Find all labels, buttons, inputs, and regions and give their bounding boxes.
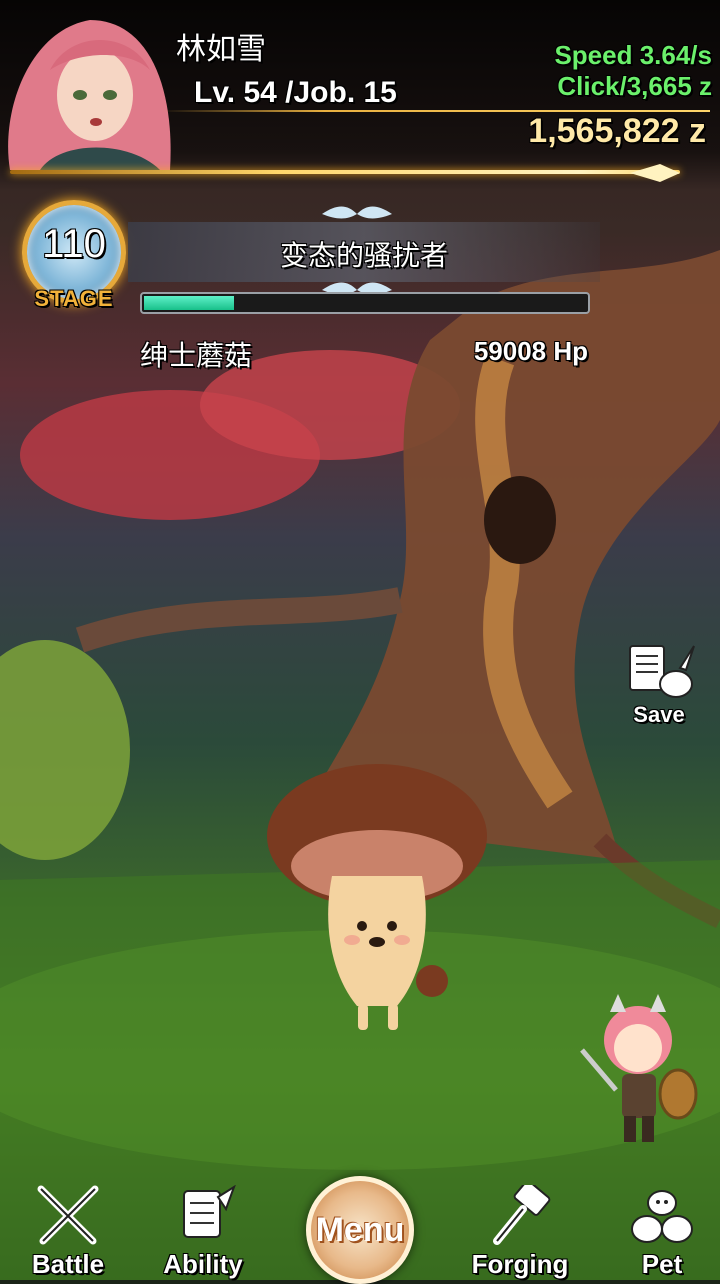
- save-button[interactable]: Save: [614, 640, 704, 732]
- gentleman-mushroom-enemy[interactable]: [262, 756, 492, 1036]
- save-label: Save: [633, 702, 685, 727]
- gold-ornament-line: [10, 170, 680, 174]
- scroll-save-icon: [629, 645, 695, 698]
- enemy-hp-fill: [144, 296, 234, 310]
- nav-battle-button[interactable]: Battle: [22, 1180, 114, 1280]
- player-portrait[interactable]: [0, 10, 190, 170]
- scroll-icon: [183, 1185, 236, 1238]
- nav-forging-button[interactable]: Forging: [466, 1180, 574, 1280]
- line-arrow-ornament: [630, 164, 680, 182]
- enemy-hp: 59008 Hp: [473, 336, 588, 366]
- crossed-swords-icon: [37, 1185, 99, 1245]
- boss-title: 变态的骚扰者: [279, 240, 448, 271]
- enemy-hp-bar: [140, 292, 590, 314]
- player-name: 林如雪: [176, 33, 266, 66]
- gold-amount: 1,565,822 z: [528, 112, 706, 150]
- banner-ornament-top: [322, 206, 392, 219]
- player-level-job: Lv. 54 /Job. 15: [194, 76, 397, 109]
- pet-group-icon: [631, 1190, 693, 1243]
- nav-battle-label: Battle: [31, 1249, 105, 1279]
- nav-forging-label: Forging: [471, 1249, 569, 1279]
- nav-ability-button[interactable]: Ability: [156, 1180, 250, 1280]
- nav-menu-button[interactable]: Menu: [306, 1176, 414, 1284]
- nav-pet-label: Pet: [641, 1249, 683, 1279]
- chibi-hero-character: [580, 994, 698, 1142]
- speed-stat: Speed 3.64/s: [554, 40, 712, 70]
- click-stat: Click/3,665 z: [557, 71, 712, 101]
- hammer-icon: [493, 1185, 551, 1245]
- enemy-name: 绅士蘑菇: [140, 340, 253, 371]
- nav-pet-button[interactable]: Pet: [620, 1180, 704, 1280]
- stage-label: STAGE: [34, 286, 114, 311]
- battle-scene: [0, 0, 720, 1280]
- nav-menu-label: Menu: [315, 1210, 405, 1249]
- nav-ability-label: Ability: [163, 1249, 243, 1279]
- stage-number: 110: [42, 222, 106, 266]
